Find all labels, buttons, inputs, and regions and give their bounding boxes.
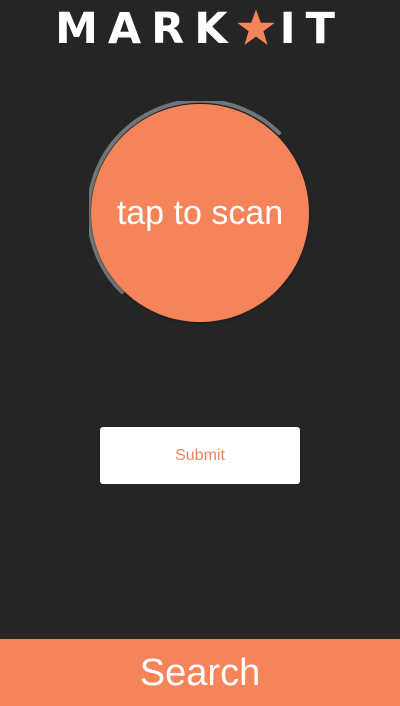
submit-button[interactable]: Submit: [100, 427, 300, 484]
mark-it-screen: MARK IT tap to scan Submit Search: [0, 0, 400, 706]
search-button[interactable]: Search: [0, 639, 400, 706]
brand-logo-right: IT: [279, 3, 345, 54]
brand-logo-left: MARK: [55, 3, 238, 54]
star-icon: [237, 9, 275, 45]
scan-button[interactable]: tap to scan: [91, 104, 309, 322]
brand-logo: MARK IT: [0, 0, 400, 56]
scan-control: tap to scan: [89, 101, 311, 323]
